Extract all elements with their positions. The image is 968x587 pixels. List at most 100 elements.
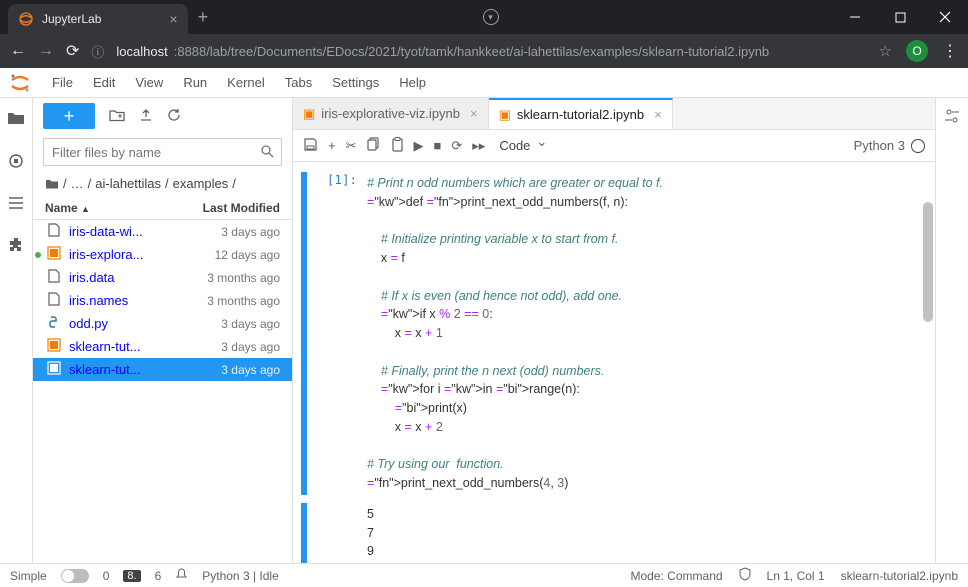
- jupyter-logo-icon[interactable]: [8, 71, 32, 95]
- output-prompt: [315, 503, 367, 563]
- file-row[interactable]: iris-explora...12 days ago: [33, 243, 292, 266]
- close-window-button[interactable]: [923, 0, 968, 34]
- run-icon[interactable]: ▶: [414, 138, 424, 154]
- scrollbar[interactable]: [923, 202, 933, 322]
- running-icon[interactable]: [8, 153, 24, 174]
- menu-kernel[interactable]: Kernel: [217, 75, 275, 90]
- file-filter: [43, 138, 282, 166]
- url-host: localhost: [116, 44, 167, 59]
- file-row[interactable]: iris.data3 months ago: [33, 266, 292, 289]
- header-name[interactable]: Name ▲: [45, 201, 203, 215]
- code-cell[interactable]: [1]: # Print n odd numbers which are gre…: [301, 172, 927, 495]
- crumb-part[interactable]: …: [71, 176, 84, 191]
- browser-menu-icon[interactable]: ⋮: [942, 41, 958, 61]
- menu-help[interactable]: Help: [389, 75, 436, 90]
- save-icon[interactable]: [303, 137, 318, 155]
- browser-addressbar: ← → ⟳ ⓘ localhost:8888/lab/tree/Document…: [0, 34, 968, 68]
- header-modified[interactable]: Last Modified: [203, 201, 280, 215]
- doc-tab[interactable]: ▣ iris-explorative-viz.ipynb ×: [293, 98, 489, 129]
- bookmark-icon[interactable]: ☆: [879, 42, 892, 60]
- jupyter-menubar: File Edit View Run Kernel Tabs Settings …: [0, 68, 968, 98]
- file-modified: 3 days ago: [221, 317, 280, 331]
- new-folder-icon[interactable]: [109, 108, 125, 125]
- simple-toggle[interactable]: [61, 569, 89, 583]
- file-name: odd.py: [69, 316, 221, 331]
- breadcrumb[interactable]: / … / ai-lahettilas / examples /: [33, 170, 292, 197]
- running-dot-icon: [35, 252, 41, 258]
- shield-icon[interactable]: [739, 567, 751, 584]
- browser-tab[interactable]: JupyterLab ×: [8, 4, 188, 34]
- menu-edit[interactable]: Edit: [83, 75, 125, 90]
- add-cell-icon[interactable]: +: [328, 138, 336, 153]
- fast-forward-icon[interactable]: ▸▸: [472, 138, 485, 154]
- paste-icon[interactable]: [391, 137, 404, 155]
- file-name: iris.names: [69, 293, 207, 308]
- folder-icon: [45, 178, 59, 190]
- minimize-button[interactable]: [833, 0, 878, 34]
- toc-icon[interactable]: [8, 196, 24, 215]
- tab-close-icon[interactable]: ×: [169, 11, 177, 27]
- maximize-button[interactable]: [878, 0, 923, 34]
- sb-kernel[interactable]: Python 3 | Idle: [202, 569, 279, 583]
- file-type-icon: [45, 315, 63, 332]
- profile-avatar[interactable]: O: [906, 40, 928, 62]
- window-controls: [833, 0, 968, 34]
- cut-icon[interactable]: ✂: [346, 138, 357, 154]
- forward-button[interactable]: →: [38, 42, 54, 60]
- kernel-indicator[interactable]: Python 3: [854, 138, 925, 153]
- notebook-content[interactable]: [1]: # Print n odd numbers which are gre…: [293, 162, 935, 563]
- copy-icon[interactable]: [367, 137, 381, 154]
- menu-run[interactable]: Run: [173, 75, 217, 90]
- site-info-icon[interactable]: ⓘ: [91, 42, 104, 61]
- cell-type-select[interactable]: Code: [495, 136, 549, 155]
- file-name: iris.data: [69, 270, 207, 285]
- reload-button[interactable]: ⟳: [66, 41, 79, 61]
- file-row[interactable]: sklearn-tut...3 days ago: [33, 358, 292, 381]
- doc-tab[interactable]: ▣ sklearn-tutorial2.ipynb ×: [489, 98, 673, 129]
- file-modified: 3 days ago: [221, 340, 280, 354]
- tab-close-icon[interactable]: ×: [654, 107, 662, 122]
- menu-view[interactable]: View: [125, 75, 173, 90]
- statusbar: Simple 0 8. 6 Python 3 | Idle Mode: Comm…: [0, 563, 968, 587]
- restart-icon[interactable]: ⟳: [451, 138, 462, 154]
- file-type-icon: [45, 223, 63, 240]
- notebook-toolbar: + ✂ ▶ ■ ⟳ ▸▸ Code Python 3: [293, 130, 935, 162]
- app-body: + / … / ai-lahettilas / examples: [0, 98, 968, 563]
- file-row[interactable]: iris-data-wi...3 days ago: [33, 220, 292, 243]
- menu-settings[interactable]: Settings: [322, 75, 389, 90]
- file-modified: 12 days ago: [215, 248, 280, 262]
- new-launcher-button[interactable]: +: [43, 103, 95, 129]
- file-modified: 3 months ago: [207, 271, 280, 285]
- crumb-part[interactable]: ai-lahettilas: [95, 176, 161, 191]
- stop-icon[interactable]: ■: [434, 138, 442, 153]
- cell-prompt: [1]:: [315, 172, 367, 495]
- refresh-icon[interactable]: [167, 108, 181, 125]
- file-row[interactable]: sklearn-tut...3 days ago: [33, 335, 292, 358]
- file-browser: + / … / ai-lahettilas / examples: [33, 98, 293, 563]
- crumb-part[interactable]: examples: [173, 176, 229, 191]
- extensions-icon[interactable]: [8, 237, 24, 258]
- account-icon[interactable]: ▾: [483, 9, 499, 25]
- new-tab-button[interactable]: +: [198, 7, 209, 28]
- back-button[interactable]: ←: [10, 42, 26, 60]
- menu-file[interactable]: File: [42, 75, 83, 90]
- filter-input[interactable]: [43, 138, 282, 166]
- property-inspector-icon[interactable]: [944, 108, 960, 127]
- file-row[interactable]: iris.names3 months ago: [33, 289, 292, 312]
- menu-tabs[interactable]: Tabs: [275, 75, 322, 90]
- file-row[interactable]: odd.py3 days ago: [33, 312, 292, 335]
- folder-icon[interactable]: [7, 110, 25, 131]
- file-modified: 3 days ago: [221, 363, 280, 377]
- code-body[interactable]: # Print n odd numbers which are greater …: [367, 172, 927, 495]
- bell-icon[interactable]: [175, 568, 188, 584]
- url-display[interactable]: localhost:8888/lab/tree/Documents/EDocs/…: [116, 44, 866, 59]
- file-type-icon: [45, 269, 63, 286]
- browser-titlebar: JupyterLab × + ▾: [0, 0, 968, 34]
- file-modified: 3 days ago: [221, 225, 280, 239]
- left-rail: [0, 98, 33, 563]
- file-list-header: Name ▲ Last Modified: [33, 197, 292, 220]
- doc-tab-label: iris-explorative-viz.ipynb: [321, 106, 460, 121]
- file-name: iris-data-wi...: [69, 224, 221, 239]
- tab-close-icon[interactable]: ×: [470, 106, 478, 121]
- upload-icon[interactable]: [139, 108, 153, 125]
